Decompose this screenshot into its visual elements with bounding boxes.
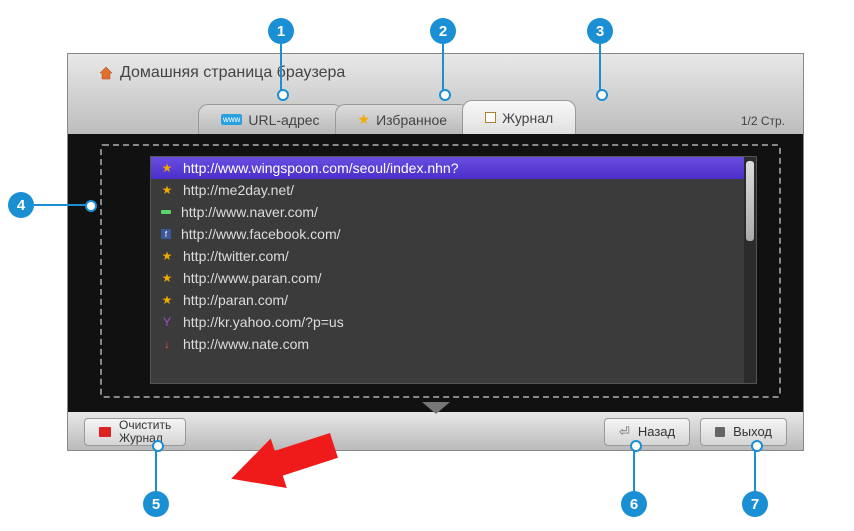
tab-url[interactable]: www URL-адрес xyxy=(198,104,343,134)
history-icon xyxy=(485,112,496,123)
back-icon: ⏎ xyxy=(619,424,630,440)
callout-6: 6 xyxy=(621,491,647,517)
exit-icon xyxy=(715,427,725,437)
list-item[interactable]: ↓ http://www.nate.com xyxy=(151,333,756,355)
list-item[interactable]: f http://www.facebook.com/ xyxy=(151,223,756,245)
arrow-down-icon: ↓ xyxy=(161,337,173,351)
list-item[interactable]: ★ http://paran.com/ xyxy=(151,289,756,311)
list-item-url: http://www.wingspoon.com/seoul/index.nhn… xyxy=(183,160,459,176)
star-icon: ★ xyxy=(161,293,173,307)
page-indicator: 1/2 Стр. xyxy=(741,114,785,128)
callout-4-stem xyxy=(34,204,92,206)
back-button[interactable]: ⏎ Назад xyxy=(604,418,690,446)
dash-icon xyxy=(161,210,171,214)
red-square-icon xyxy=(99,427,111,437)
tab-favorites[interactable]: ★ Избранное xyxy=(335,104,471,134)
callout-6-stem xyxy=(633,448,635,492)
callout-2-stem xyxy=(442,44,444,96)
star-icon: ★ xyxy=(358,111,371,128)
tab-history-label: Журнал xyxy=(502,110,553,126)
callout-3: 3 xyxy=(587,18,613,44)
list-item[interactable]: ★ http://www.wingspoon.com/seoul/index.n… xyxy=(151,157,756,179)
callout-1-stem xyxy=(280,44,282,96)
star-icon: ★ xyxy=(161,183,173,197)
list-item-url: http://www.paran.com/ xyxy=(183,270,322,286)
home-link[interactable]: Домашняя страница браузера xyxy=(68,54,803,82)
list-item[interactable]: ★ http://me2day.net/ xyxy=(151,179,756,201)
list-item[interactable]: http://www.naver.com/ xyxy=(151,201,756,223)
list-item-url: http://twitter.com/ xyxy=(183,248,289,264)
exit-button[interactable]: Выход xyxy=(700,418,787,446)
list-item-url: http://www.nate.com xyxy=(183,336,309,352)
exit-label: Выход xyxy=(733,425,772,439)
clear-history-button[interactable]: ОчиститьЖурнал xyxy=(84,418,186,446)
list-item-url: http://www.facebook.com/ xyxy=(181,226,341,242)
tab-url-label: URL-адрес xyxy=(248,112,319,128)
star-icon: ★ xyxy=(161,161,173,175)
bottom-bar: ОчиститьЖурнал ⏎ Назад Выход xyxy=(68,412,803,451)
tab-favorites-label: Избранное xyxy=(376,112,447,128)
chevron-down-icon[interactable] xyxy=(422,402,450,414)
browser-panel: Домашняя страница браузера www URL-адрес… xyxy=(67,53,804,451)
list-item-url: http://me2day.net/ xyxy=(183,182,294,198)
callout-7-stem xyxy=(754,448,756,492)
yahoo-icon: Y xyxy=(161,315,173,329)
list-item-url: http://kr.yahoo.com/?p=us xyxy=(183,314,344,330)
history-list[interactable]: ★ http://www.wingspoon.com/seoul/index.n… xyxy=(150,156,757,384)
www-icon: www xyxy=(221,114,242,125)
home-label: Домашняя страница браузера xyxy=(120,64,345,82)
home-icon xyxy=(98,65,114,81)
star-icon: ★ xyxy=(161,271,173,285)
callout-4: 4 xyxy=(8,192,34,218)
callout-7: 7 xyxy=(742,491,768,517)
scrollbar[interactable] xyxy=(744,157,756,383)
callout-3-stem xyxy=(599,44,601,96)
callout-1: 1 xyxy=(268,18,294,44)
star-icon: ★ xyxy=(161,249,173,263)
list-item-url: http://www.naver.com/ xyxy=(181,204,318,220)
tab-history[interactable]: Журнал xyxy=(462,100,576,134)
list-item[interactable]: ★ http://www.paran.com/ xyxy=(151,267,756,289)
scrollbar-thumb[interactable] xyxy=(746,161,754,241)
top-bar: Домашняя страница браузера www URL-адрес… xyxy=(68,54,803,134)
facebook-icon: f xyxy=(161,229,171,239)
callout-5-stem xyxy=(155,448,157,492)
callout-2: 2 xyxy=(430,18,456,44)
list-item[interactable]: Y http://kr.yahoo.com/?p=us xyxy=(151,311,756,333)
clear-history-label: ОчиститьЖурнал xyxy=(119,419,171,444)
content-area: ★ http://www.wingspoon.com/seoul/index.n… xyxy=(68,134,803,412)
list-item[interactable]: ★ http://twitter.com/ xyxy=(151,245,756,267)
callout-5: 5 xyxy=(143,491,169,517)
back-label: Назад xyxy=(638,425,675,439)
list-item-url: http://paran.com/ xyxy=(183,292,288,308)
